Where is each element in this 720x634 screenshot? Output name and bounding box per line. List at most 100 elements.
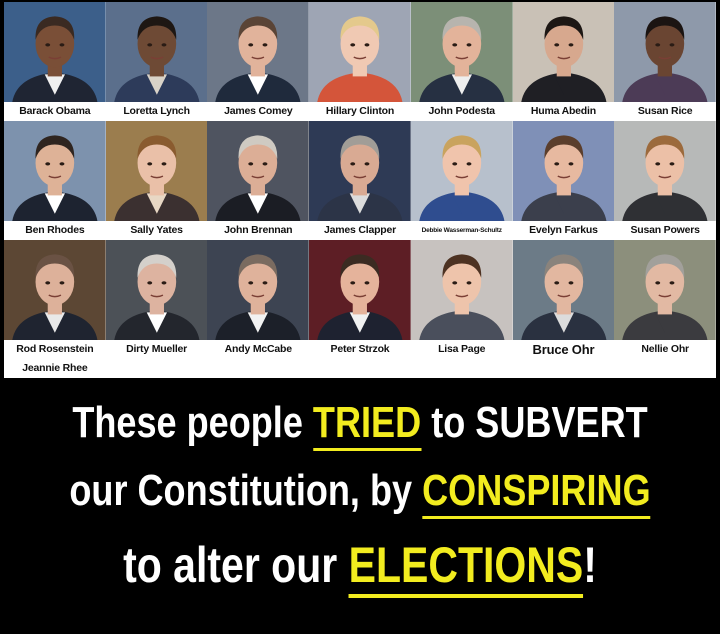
name-caption: Jeannie Rhee bbox=[4, 359, 106, 378]
name-caption: Peter Strzok bbox=[309, 340, 411, 359]
portrait-photo bbox=[105, 121, 208, 221]
name-caption: John Podesta bbox=[410, 102, 513, 121]
headline-block: These people TRIED to SUBVERT our Consti… bbox=[0, 386, 720, 626]
name-caption: Rod Rosenstein bbox=[4, 340, 106, 359]
person-silhouette-icon bbox=[105, 240, 208, 340]
portrait-grid: Barack Obama Loretta Lynch James Comey Hill… bbox=[4, 2, 716, 378]
portrait-photo bbox=[614, 2, 716, 102]
person-silhouette-icon bbox=[614, 121, 716, 221]
portrait-card: Andy McCabe bbox=[207, 240, 310, 359]
name-caption: Ben Rhodes bbox=[4, 221, 106, 240]
portrait-card: Ben Rhodes bbox=[4, 121, 106, 240]
portrait-photo bbox=[410, 2, 513, 102]
name-caption: Hillary Clinton bbox=[309, 102, 411, 121]
portrait-card: James Clapper bbox=[309, 121, 411, 240]
highlight-word: TRIED bbox=[312, 398, 422, 451]
portrait-card: Lisa Page bbox=[410, 240, 513, 359]
headline-line-2: our Constitution, by CONSPIRING bbox=[65, 466, 655, 519]
portrait-card: Peter Strzok bbox=[309, 240, 411, 359]
portrait-photo bbox=[4, 121, 106, 221]
headline-text: ! bbox=[583, 537, 597, 593]
name-caption: Bruce Ohr bbox=[512, 340, 615, 359]
highlight-word: CONSPIRING bbox=[422, 466, 651, 519]
person-silhouette-icon bbox=[309, 2, 411, 102]
portrait-photo bbox=[207, 240, 310, 340]
person-silhouette-icon bbox=[207, 2, 310, 102]
portrait-card: Rod Rosenstein bbox=[4, 240, 106, 359]
person-silhouette-icon bbox=[512, 2, 615, 102]
person-silhouette-icon bbox=[309, 121, 411, 221]
name-caption: Evelyn Farkus bbox=[512, 221, 615, 240]
headline-text: to SUBVERT bbox=[421, 398, 648, 447]
headline-text: to alter our bbox=[123, 537, 349, 593]
portrait-photo bbox=[614, 240, 716, 340]
name-caption: James Comey bbox=[207, 102, 310, 121]
name-caption: Lisa Page bbox=[410, 340, 513, 359]
portrait-card: Susan Rice bbox=[614, 2, 716, 121]
portrait-photo bbox=[309, 121, 411, 221]
headline-line-1: These people TRIED to SUBVERT bbox=[65, 398, 655, 451]
portrait-card: Evelyn Farkus bbox=[512, 121, 615, 240]
portrait-photo bbox=[105, 2, 208, 102]
portrait-card: Hillary Clinton bbox=[309, 2, 411, 121]
portrait-photo bbox=[4, 240, 106, 340]
person-silhouette-icon bbox=[105, 121, 208, 221]
headline-text: our Constitution, by bbox=[69, 466, 423, 515]
person-silhouette-icon bbox=[4, 240, 106, 340]
person-silhouette-icon bbox=[309, 240, 411, 340]
portrait-photo bbox=[105, 240, 208, 340]
name-caption: Barack Obama bbox=[4, 102, 106, 121]
person-silhouette-icon bbox=[512, 240, 615, 340]
person-silhouette-icon bbox=[410, 121, 513, 221]
person-silhouette-icon bbox=[4, 121, 106, 221]
name-caption: Dirty Mueller bbox=[105, 340, 208, 359]
portrait-photo bbox=[512, 240, 615, 340]
name-caption: Nellie Ohr bbox=[614, 340, 716, 359]
portrait-card: Susan Powers bbox=[614, 121, 716, 240]
portrait-card: John Podesta bbox=[410, 2, 513, 121]
person-silhouette-icon bbox=[207, 121, 310, 221]
portrait-card: James Comey bbox=[207, 2, 310, 121]
portrait-photo bbox=[4, 2, 106, 102]
person-silhouette-icon bbox=[512, 121, 615, 221]
portrait-photo bbox=[207, 121, 310, 221]
person-silhouette-icon bbox=[614, 240, 716, 340]
person-silhouette-icon bbox=[410, 240, 513, 340]
portrait-card: Jeannie Rhee bbox=[4, 359, 106, 378]
portrait-photo bbox=[309, 240, 411, 340]
person-silhouette-icon bbox=[105, 2, 208, 102]
headline-text: These people bbox=[72, 398, 313, 447]
portrait-photo bbox=[614, 121, 716, 221]
portrait-photo bbox=[410, 121, 513, 221]
portrait-card: Loretta Lynch bbox=[105, 2, 208, 121]
portrait-card: Huma Abedin bbox=[512, 2, 615, 121]
portrait-card: Sally Yates bbox=[105, 121, 208, 240]
name-caption: James Clapper bbox=[309, 221, 411, 240]
poster: Barack Obama Loretta Lynch James Comey Hill… bbox=[0, 0, 720, 634]
portrait-photo bbox=[512, 121, 615, 221]
portrait-card: Nellie Ohr bbox=[614, 240, 716, 359]
portrait-photo bbox=[207, 2, 310, 102]
portrait-photo bbox=[309, 2, 411, 102]
name-caption: Debbie Wasserman-Schultz bbox=[410, 221, 513, 240]
highlight-word: ELECTIONS bbox=[348, 537, 584, 598]
name-caption: John Brennan bbox=[207, 221, 310, 240]
portrait-photo bbox=[410, 240, 513, 340]
name-caption: Susan Rice bbox=[614, 102, 716, 121]
portrait-card: Debbie Wasserman-Schultz bbox=[410, 121, 513, 240]
portrait-card: John Brennan bbox=[207, 121, 310, 240]
portrait-photo bbox=[512, 2, 615, 102]
person-silhouette-icon bbox=[614, 2, 716, 102]
name-caption: Andy McCabe bbox=[207, 340, 310, 359]
portrait-card: Dirty Mueller bbox=[105, 240, 208, 359]
headline-line-3: to alter our ELECTIONS! bbox=[65, 536, 655, 598]
name-caption: Susan Powers bbox=[614, 221, 716, 240]
name-caption: Huma Abedin bbox=[512, 102, 615, 121]
name-caption: Loretta Lynch bbox=[105, 102, 208, 121]
portrait-card: Barack Obama bbox=[4, 2, 106, 121]
name-caption: Sally Yates bbox=[105, 221, 208, 240]
person-silhouette-icon bbox=[4, 2, 106, 102]
person-silhouette-icon bbox=[410, 2, 513, 102]
person-silhouette-icon bbox=[207, 240, 310, 340]
portrait-card: Bruce Ohr bbox=[512, 240, 615, 359]
